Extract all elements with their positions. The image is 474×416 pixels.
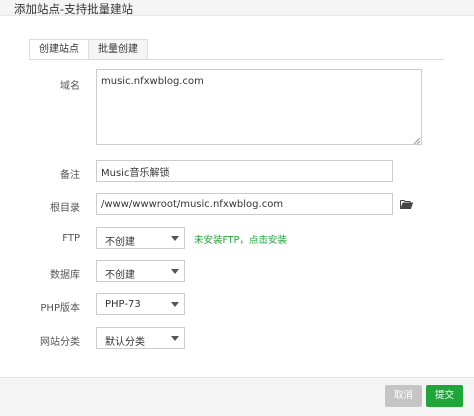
remark-input[interactable] (96, 160, 393, 182)
ftp-label: FTP (62, 233, 80, 244)
caret-down-icon (171, 336, 179, 341)
folder-icon[interactable] (400, 199, 413, 209)
tab-create-site[interactable]: 创建站点 (29, 39, 89, 60)
root-dir-label: 根目录 (50, 203, 80, 214)
domain-textarea[interactable] (96, 69, 422, 145)
tab-divider (29, 59, 445, 60)
caret-down-icon (171, 302, 179, 307)
dialog-title: 添加站点-支持批量建站 (14, 2, 134, 16)
caret-down-icon (171, 236, 179, 241)
site-category-select-value: 默认分类 (105, 337, 145, 348)
cancel-button[interactable]: 取消 (385, 385, 423, 407)
ftp-select[interactable]: 不创建 (96, 227, 185, 249)
caret-down-icon (171, 269, 179, 274)
php-version-label: PHP版本 (40, 303, 80, 314)
php-version-select[interactable]: PHP-73 (96, 293, 185, 315)
root-dir-input[interactable] (96, 193, 393, 215)
php-version-select-value: PHP-73 (105, 299, 141, 310)
database-label: 数据库 (50, 270, 80, 281)
domain-label: 域名 (60, 81, 80, 92)
ftp-select-value: 不创建 (105, 237, 135, 248)
database-select[interactable]: 不创建 (96, 260, 185, 282)
install-ftp-link[interactable]: 未安装FTP，点击安装 (194, 232, 287, 246)
database-select-value: 不创建 (105, 270, 135, 281)
submit-button[interactable]: 提交 (426, 385, 464, 407)
site-category-select[interactable]: 默认分类 (96, 327, 185, 349)
tab-bar: 创建站点 批量创建 (29, 39, 148, 60)
site-category-label: 网站分类 (40, 337, 80, 348)
remark-label: 备注 (60, 170, 80, 181)
dialog-title-bar: 添加站点-支持批量建站 (0, 0, 474, 16)
resize-grip-icon[interactable] (413, 137, 421, 145)
tab-batch-create[interactable]: 批量创建 (88, 39, 148, 60)
